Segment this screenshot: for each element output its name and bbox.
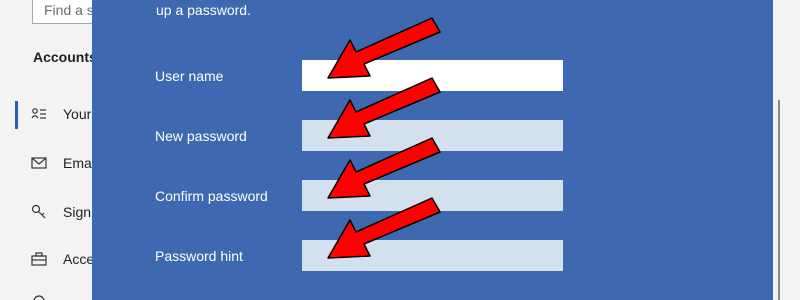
create-password-dialog: up a password. User name New password Co… <box>92 0 773 300</box>
password-hint-input[interactable] <box>302 240 563 271</box>
partial-nav-icon <box>33 295 45 300</box>
nav-item-email[interactable]: Ema <box>0 150 92 178</box>
new-password-label: New password <box>155 128 247 144</box>
username-label: User name <box>155 68 224 84</box>
key-icon <box>31 204 46 219</box>
confirm-password-input[interactable] <box>302 180 563 211</box>
nav-item-label: Your <box>63 106 92 122</box>
selection-indicator <box>15 101 18 129</box>
nav-item-label: Ema <box>63 155 92 171</box>
confirm-password-label: Confirm password <box>155 188 268 204</box>
nav-item-access-work[interactable]: Acce <box>0 246 95 274</box>
person-card-icon <box>31 108 46 119</box>
dialog-subtitle: up a password. <box>156 2 251 18</box>
nav-item-your-info[interactable]: Your <box>0 101 92 129</box>
search-placeholder: Find a s <box>44 2 94 18</box>
nav-item-label: Sign <box>63 204 92 220</box>
nav-item-sign-in-options[interactable]: Sign <box>0 199 92 227</box>
briefcase-icon <box>31 252 47 266</box>
mail-icon <box>31 157 47 169</box>
nav-item-label: Acce <box>63 251 95 267</box>
settings-window-background: Find a s Accounts Your Ema Sign Acce <box>0 0 102 300</box>
password-hint-label: Password hint <box>155 248 243 264</box>
accounts-section-title: Accounts <box>33 49 97 65</box>
new-password-input[interactable] <box>302 120 563 151</box>
scrollbar[interactable] <box>778 100 780 300</box>
username-input[interactable] <box>302 60 563 91</box>
